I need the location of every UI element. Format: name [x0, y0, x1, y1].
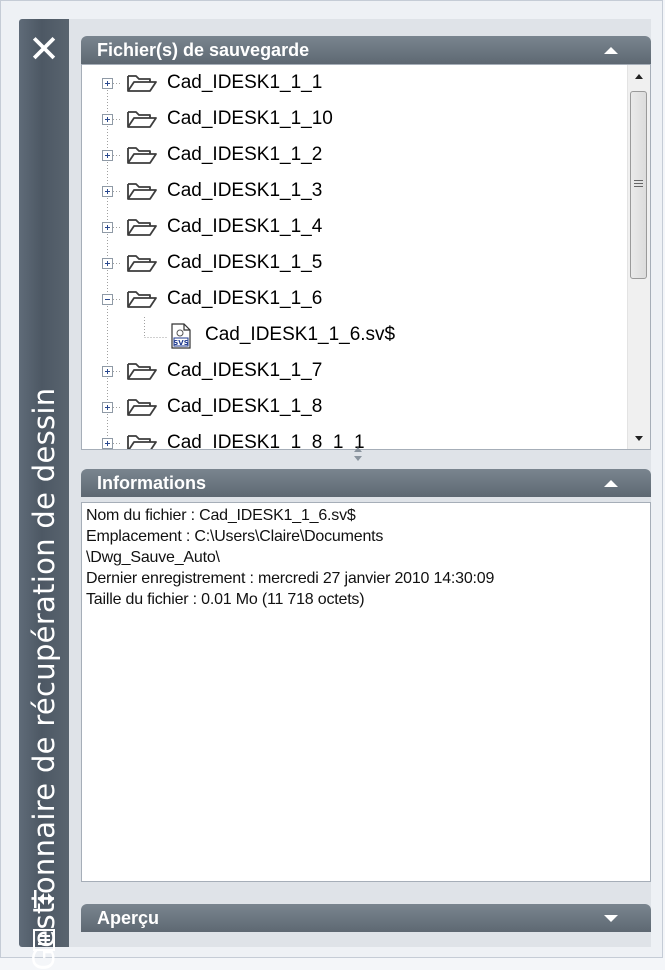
- backup-files-title: Fichier(s) de sauvegarde: [97, 40, 310, 60]
- scroll-up-icon[interactable]: [628, 65, 650, 87]
- tree-item-label: Cad_IDESK1_1_8: [167, 396, 323, 417]
- backup-files-tree[interactable]: Cad_IDESK1_1_1 Cad_IDESK1_1_10 Cad_IDESK…: [81, 64, 651, 450]
- chevron-up-icon[interactable]: [601, 36, 621, 64]
- tree-item-label: Cad_IDESK1_1_4: [167, 216, 323, 237]
- folder-icon: [127, 435, 157, 449]
- tree-item-label: Cad_IDESK1_1_1: [167, 72, 323, 93]
- splitter-icon[interactable]: [351, 445, 365, 463]
- scrollbar-thumb[interactable]: [630, 91, 647, 279]
- expand-icon[interactable]: [102, 366, 113, 377]
- collapse-icon[interactable]: [102, 294, 113, 305]
- tree-item-label: Cad_IDESK1_1_6: [167, 288, 323, 309]
- info-content: Nom du fichier : Cad_IDESK1_1_6.sv$ Empl…: [81, 502, 651, 882]
- tree-child-label: Cad_IDESK1_1_6.sv$: [205, 324, 396, 345]
- close-icon[interactable]: ✕: [19, 29, 69, 69]
- info-location-cont: \Dwg_Sauve_Auto\: [86, 549, 220, 566]
- folder-icon: [127, 399, 157, 416]
- palette-title-bar[interactable]: ✕ Gestionnaire de récupération de dessin: [19, 19, 69, 970]
- folder-icon: [127, 147, 157, 164]
- expand-icon[interactable]: [102, 114, 113, 125]
- backup-files-header[interactable]: Fichier(s) de sauvegarde: [81, 36, 651, 64]
- window-frame: ✕ Gestionnaire de récupération de dessin…: [0, 0, 663, 970]
- tree-item-label: Cad_IDESK1_1_5: [167, 252, 323, 273]
- info-file-size: Taille du fichier : 0.01 Mo (11 718 octe…: [86, 591, 365, 608]
- tree-lines: [107, 83, 168, 449]
- folder-icon: [127, 183, 157, 200]
- folder-open-icon: [127, 291, 157, 308]
- tree-item-label: Cad_IDESK1_1_10: [167, 108, 333, 129]
- tree-item-label: Cad_IDESK1_1_8_1_1: [167, 432, 365, 450]
- properties-menu-icon[interactable]: [32, 928, 56, 952]
- chevron-down-icon[interactable]: [601, 904, 621, 932]
- expand-icon[interactable]: [102, 150, 113, 161]
- tree-item-label: Cad_IDESK1_1_7: [167, 360, 323, 381]
- chevron-up-icon[interactable]: [601, 469, 621, 497]
- info-location: Emplacement : C:\Users\Claire\Documents: [86, 528, 384, 545]
- palette-title: Gestionnaire de récupération de dessin: [27, 387, 61, 970]
- expand-icon[interactable]: [102, 258, 113, 269]
- folder-icon: [127, 363, 157, 380]
- expand-icon[interactable]: [102, 402, 113, 413]
- tree-item-label: Cad_IDESK1_1_2: [167, 144, 323, 165]
- info-file-name: Nom du fichier : Cad_IDESK1_1_6.sv$: [86, 507, 356, 524]
- preview-title: Aperçu: [97, 908, 160, 928]
- folder-icon: [127, 255, 157, 272]
- scroll-down-icon[interactable]: [628, 427, 650, 449]
- sv-file-icon: SVS: [171, 323, 191, 349]
- palette-content: Fichier(s) de sauvegarde Cad_IDESK1_1_1 …: [69, 19, 651, 947]
- folder-icon: [127, 75, 157, 92]
- expand-icon[interactable]: [102, 186, 113, 197]
- tree-scrollbar[interactable]: [627, 65, 650, 449]
- tree-item-label: Cad_IDESK1_1_3: [167, 180, 323, 201]
- expand-icon[interactable]: [102, 222, 113, 233]
- expand-icon[interactable]: [102, 78, 113, 89]
- info-last-saved: Dernier enregistrement : mercredi 27 jan…: [86, 570, 495, 587]
- preview-header[interactable]: Aperçu: [81, 904, 651, 932]
- info-header[interactable]: Informations: [81, 469, 651, 497]
- info-title: Informations: [97, 473, 207, 493]
- expand-icon[interactable]: [102, 438, 113, 449]
- folder-icon: [127, 111, 157, 128]
- auto-hide-icon[interactable]: [32, 888, 56, 910]
- svg-text:SVS: SVS: [173, 339, 189, 347]
- folder-icon: [127, 219, 157, 236]
